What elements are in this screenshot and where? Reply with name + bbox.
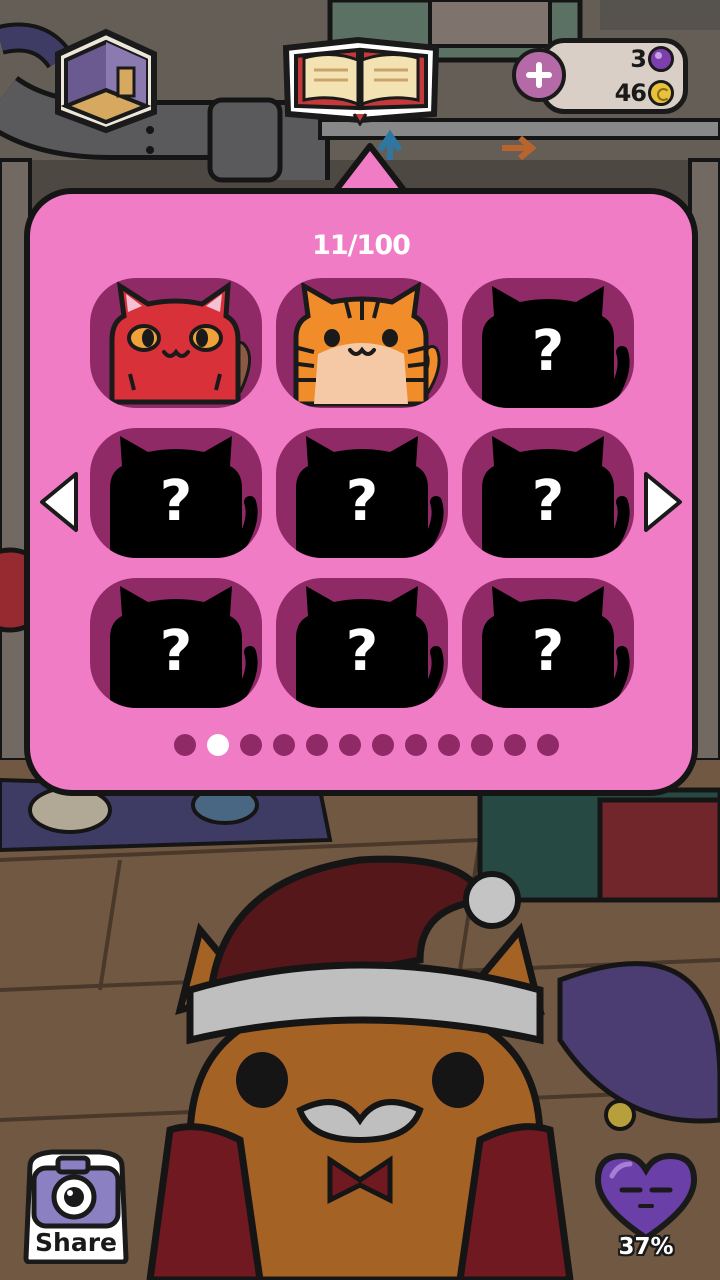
currency-display: 3 46	[512, 34, 688, 118]
page-dot[interactable]	[438, 734, 460, 756]
locked-question-mark: ?	[346, 619, 378, 684]
page-indicator	[174, 734, 559, 758]
heart-mood-icon	[594, 1152, 698, 1242]
share-button[interactable]: Share	[22, 1146, 130, 1265]
page-dot[interactable]	[471, 734, 493, 756]
locked-question-mark: ?	[160, 469, 192, 534]
locked-question-mark: ?	[160, 619, 192, 684]
page-dot[interactable]	[504, 734, 526, 756]
collection-slot-locked[interactable]: ?	[276, 578, 448, 708]
collection-slot-tiger-cat[interactable]	[276, 278, 448, 408]
gem-count: 3	[630, 45, 647, 73]
collection-count: 11/100	[312, 230, 411, 261]
page-dot[interactable]	[240, 734, 262, 756]
locked-cat-silhouette: ?	[110, 586, 258, 708]
tiger-cat-icon	[293, 281, 441, 407]
collection-slot-locked[interactable]: ?	[462, 278, 634, 408]
cat-book-button[interactable]	[278, 30, 444, 127]
locked-cat-silhouette: ?	[482, 586, 630, 708]
cat-book-icon	[282, 36, 440, 127]
page-dot[interactable]	[537, 734, 559, 756]
mood-meter[interactable]: 37%	[590, 1148, 702, 1272]
collection-slot-locked[interactable]: ?	[276, 428, 448, 558]
locked-question-mark: ?	[346, 469, 378, 534]
page-dot[interactable]	[273, 734, 295, 756]
locked-cat-silhouette: ?	[296, 436, 444, 558]
page-dot[interactable]	[405, 734, 427, 756]
page-dot[interactable]	[174, 734, 196, 756]
locked-cat-silhouette: ?	[482, 286, 630, 408]
page-dot[interactable]	[339, 734, 361, 756]
page-dot[interactable]	[306, 734, 328, 756]
collection-slot-red-cat[interactable]	[90, 278, 262, 408]
coin-count: 46	[614, 79, 647, 107]
locked-question-mark: ?	[532, 319, 564, 384]
collection-slot-locked[interactable]: ?	[462, 578, 634, 708]
room-view-icon	[55, 28, 157, 134]
gem-icon	[648, 46, 674, 72]
collection-slot-locked[interactable]: ?	[462, 428, 634, 558]
collection-slot-locked[interactable]: ?	[90, 578, 262, 708]
room-view-button[interactable]	[48, 24, 164, 134]
coin-counter: 46	[615, 76, 674, 110]
locked-question-mark: ?	[532, 619, 564, 684]
coin-icon	[648, 80, 674, 106]
red-cat-icon	[109, 280, 252, 405]
locked-cat-silhouette: ?	[482, 436, 630, 558]
locked-cat-silhouette: ?	[296, 586, 444, 708]
share-label: Share	[35, 1228, 117, 1257]
buy-currency-button[interactable]	[512, 48, 566, 102]
plus-icon	[526, 62, 552, 88]
page-dot-active[interactable]	[207, 734, 229, 756]
locked-cat-silhouette: ?	[110, 436, 258, 558]
next-page-arrow[interactable]	[642, 470, 684, 534]
gem-counter: 3	[630, 42, 674, 76]
cat-collection-panel: 11/100 ? ? ? ? ? ? ?	[24, 188, 698, 796]
page-dot[interactable]	[372, 734, 394, 756]
previous-page-arrow[interactable]	[38, 470, 80, 534]
mood-percentage: 37%	[618, 1234, 674, 1260]
locked-question-mark: ?	[532, 469, 564, 534]
collection-slot-locked[interactable]: ?	[90, 428, 262, 558]
